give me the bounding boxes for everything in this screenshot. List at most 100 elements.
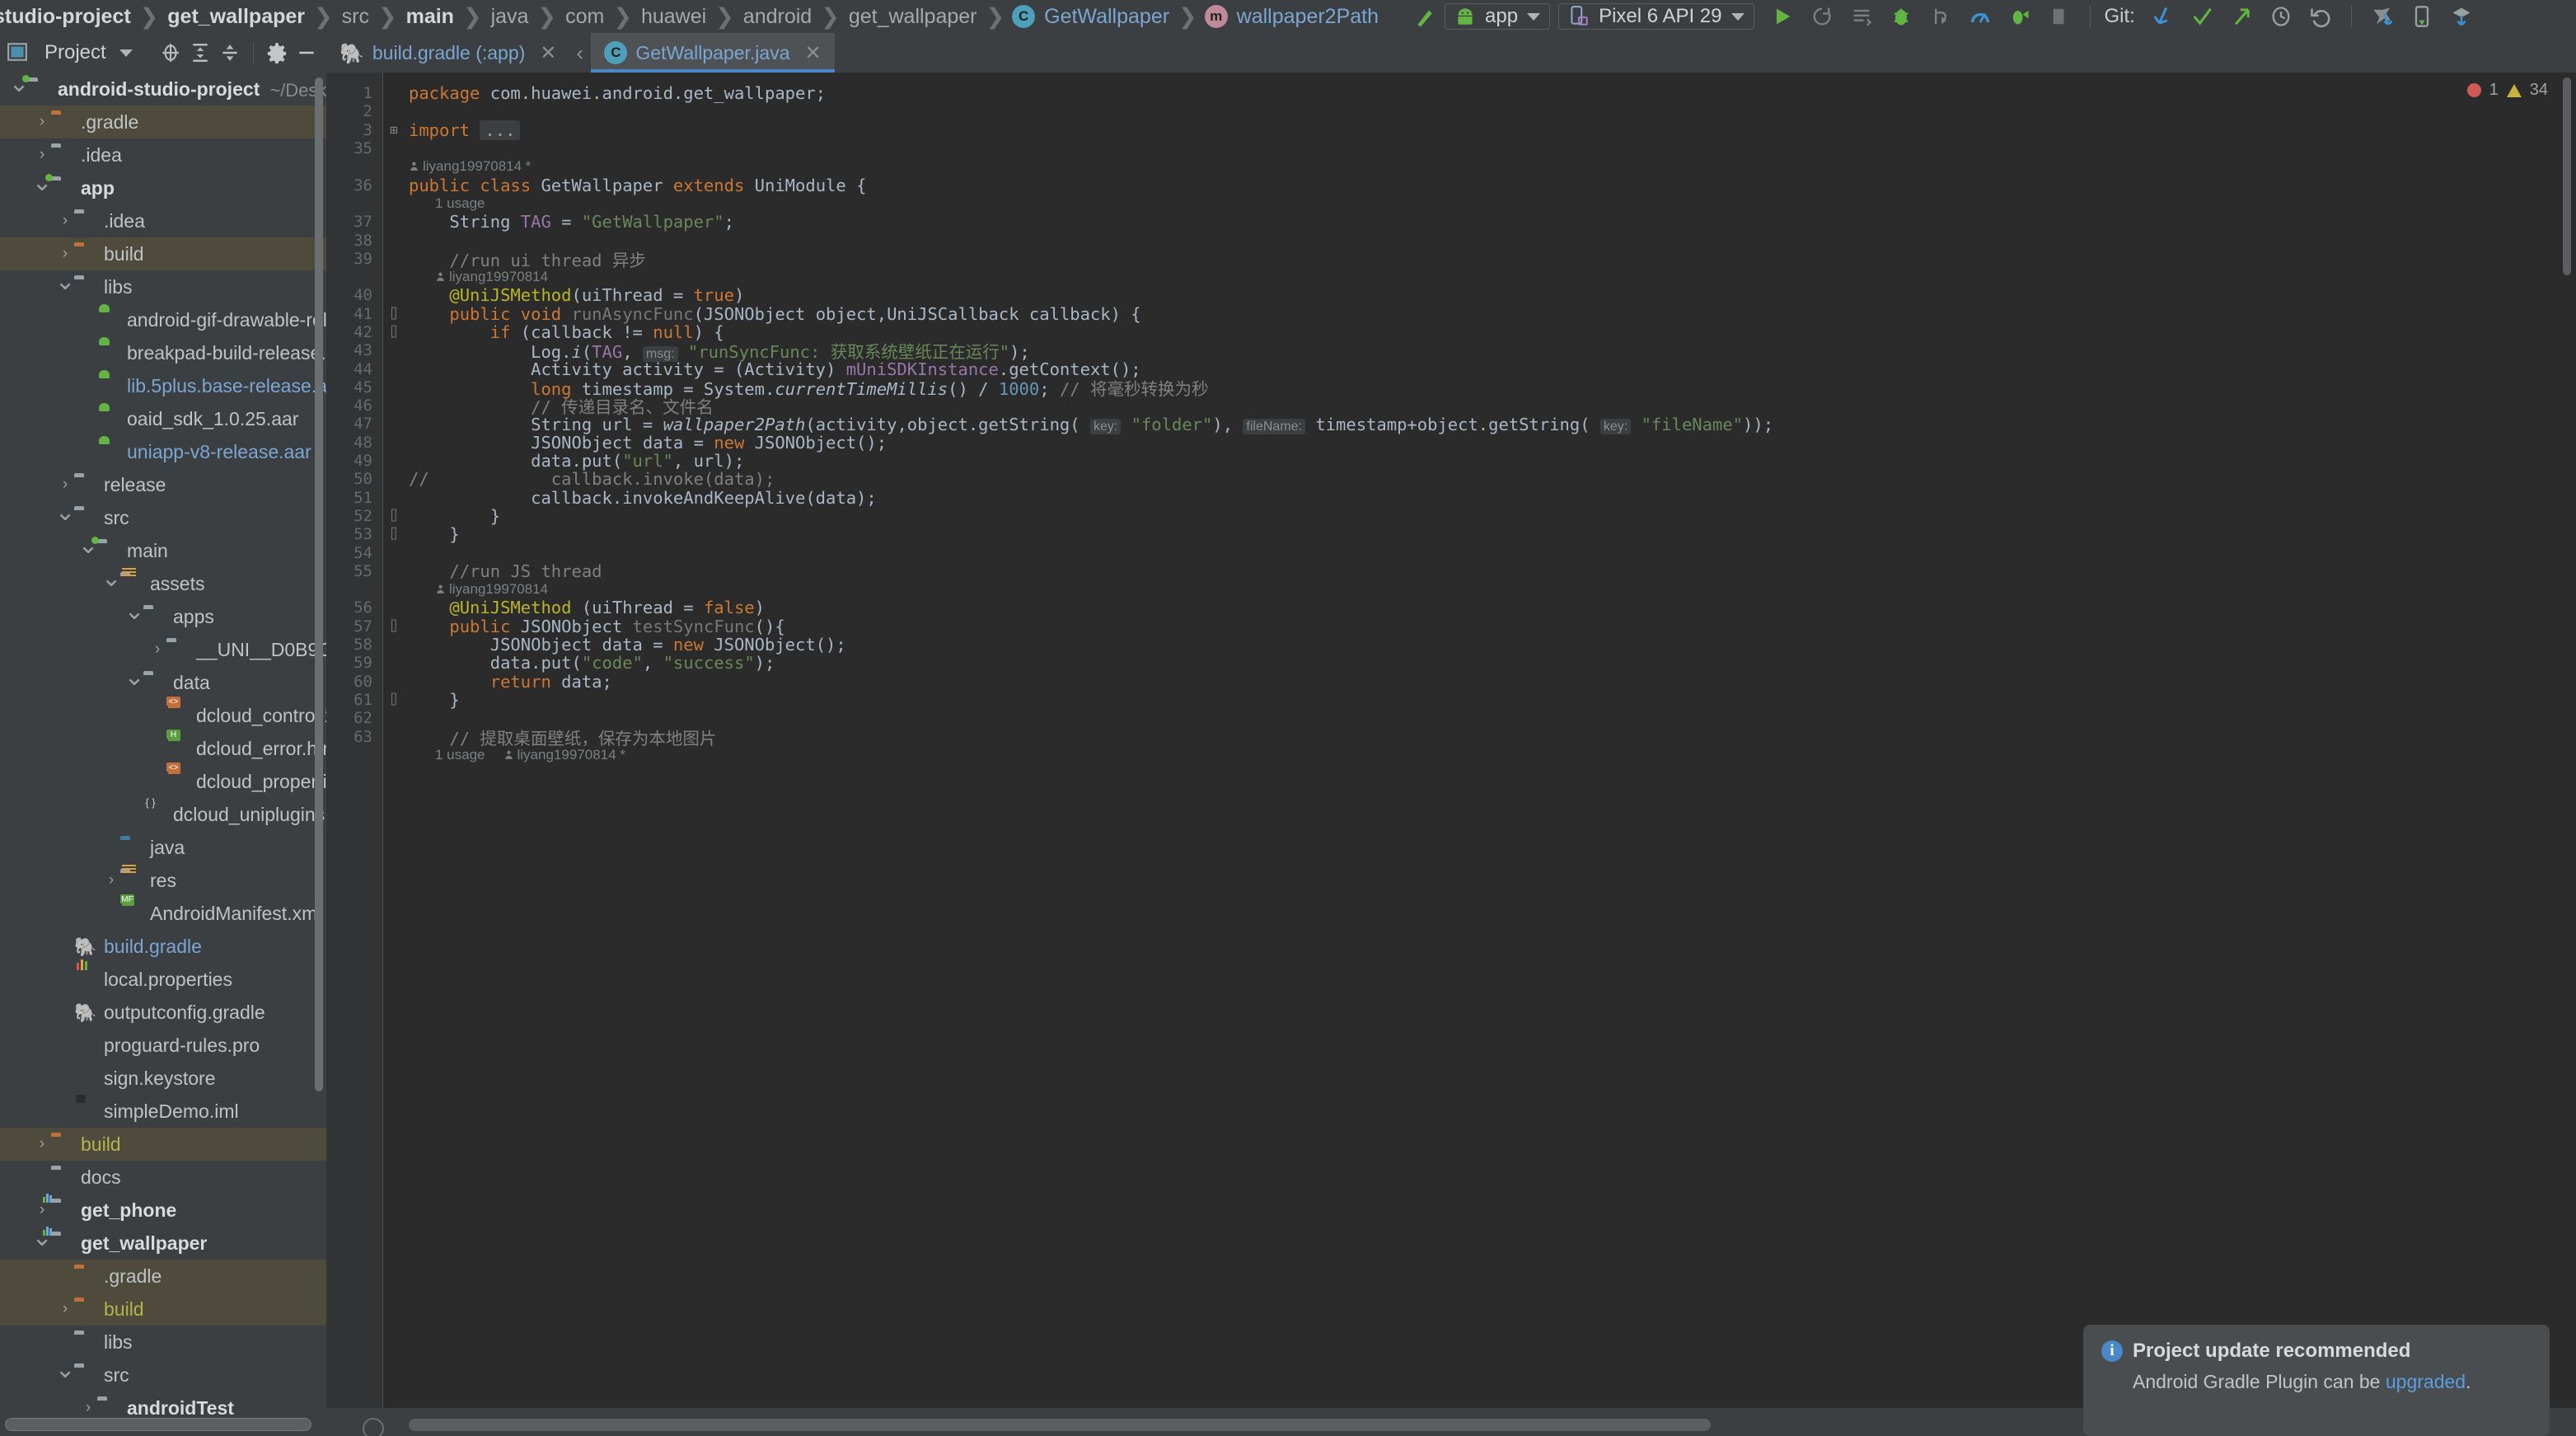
tree-item-outputconfig-gradle[interactable]: 🐘 outputconfig.gradle	[0, 996, 326, 1029]
inspection-status[interactable]: 1 34	[2466, 81, 2548, 100]
fold-collapse-icon[interactable]: ⌷	[387, 692, 400, 706]
device-selector[interactable]: Pixel 6 API 29	[1558, 3, 1754, 30]
breadcrumb-item-com[interactable]: com	[564, 5, 606, 29]
tree-item-build[interactable]: › build	[0, 1128, 326, 1161]
log-icon[interactable]	[1842, 0, 1881, 33]
usage-count[interactable]: 1 usage	[435, 747, 485, 763]
breadcrumb-item-get-wallpaper[interactable]: get_wallpaper	[847, 5, 979, 29]
tree-item-androidmanifest-xml[interactable]: MF AndroidManifest.xml	[0, 894, 326, 930]
tree-item-build-gradle[interactable]: 🐘 build.gradle	[0, 930, 326, 963]
tree-item-dcloud-properties-xml[interactable]: <> dcloud_properties.xml	[0, 763, 326, 798]
tree-item-src[interactable]: ⌄ src	[0, 500, 326, 534]
tree-item-uniapp-v8-release-aar[interactable]: uniapp-v8-release.aar	[0, 435, 326, 468]
tree-item-sign-keystore[interactable]: sign.keystore	[0, 1062, 326, 1095]
chevron-right-icon[interactable]: ›	[33, 1135, 51, 1153]
usage-count[interactable]: 1 usage	[435, 195, 485, 211]
breadcrumb-item-main[interactable]: main	[405, 5, 456, 29]
breadcrumb-item-android[interactable]: android	[742, 5, 813, 29]
close-icon[interactable]: ✕	[540, 41, 556, 65]
tree-item-oaid-sdk-1-0-25-aar[interactable]: oaid_sdk_1.0.25.aar	[0, 402, 326, 435]
tree-item-dcloud-error-html[interactable]: Hdcloud_error.html	[0, 730, 326, 765]
chevron-right-icon[interactable]: ›	[56, 212, 74, 230]
tree-item-dcloud-uniplugins-json[interactable]: { } dcloud_uniplugins.json	[0, 797, 326, 831]
editor-vertical-scrollbar[interactable]	[2563, 77, 2571, 275]
device-manager-icon[interactable]	[2402, 0, 2442, 33]
tree-item-release[interactable]: › release	[0, 468, 326, 501]
tree-item-src[interactable]: ⌄ src	[0, 1358, 326, 1391]
chevron-right-icon[interactable]: ›	[56, 245, 74, 263]
breadcrumb-item-android-studio-project[interactable]: android-studio-project	[0, 5, 133, 29]
tab-build-gradle-app-[interactable]: 🐘 build.gradle (:app) ✕	[326, 33, 569, 73]
step-icon[interactable]	[1921, 0, 1960, 33]
editor-horizontal-scrollbar[interactable]	[409, 1419, 1711, 1431]
chevron-down-icon[interactable]	[119, 49, 133, 57]
tree-item-libs[interactable]: ⌄ libs	[0, 270, 326, 303]
tree-item-java[interactable]: java	[0, 831, 326, 864]
revert-icon[interactable]	[2301, 0, 2340, 33]
tree-item--idea[interactable]: › .idea	[0, 138, 326, 171]
tree-item-main[interactable]: ⌄ main	[0, 533, 326, 567]
chevron-right-icon[interactable]: ›	[102, 871, 120, 889]
git-push-icon[interactable]	[2222, 0, 2261, 33]
notification-balloon[interactable]: i Project update recommended Android Gra…	[2083, 1325, 2550, 1436]
upgrade-link[interactable]: upgraded	[2386, 1371, 2466, 1392]
chevron-right-icon[interactable]: ›	[33, 146, 51, 164]
rerun-icon[interactable]	[1802, 0, 1842, 33]
chevron-right-icon[interactable]: ›	[33, 1201, 51, 1219]
tree-item-android-studio-project[interactable]: ⌄android-studio-project~/Desktop/项目文档/移动…	[0, 73, 326, 106]
tree-item-data[interactable]: ⌄ data	[0, 665, 326, 699]
close-icon[interactable]: ✕	[804, 41, 821, 65]
chevron-right-icon[interactable]: ›	[148, 641, 166, 659]
fold-expand-icon[interactable]: ⊞	[387, 123, 400, 137]
tree-item-assets[interactable]: ⌄ assets	[0, 566, 326, 600]
tree-item-dcloud-control-xml[interactable]: <> dcloud_control.xml	[0, 697, 326, 732]
layers-icon[interactable]	[2442, 0, 2481, 33]
tab-getwallpaper-java[interactable]: C GetWallpaper.java ✕	[591, 33, 835, 73]
debug-icon[interactable]	[1881, 0, 1921, 33]
tree-item-build[interactable]: › build	[0, 237, 326, 270]
fold-collapse-icon[interactable]: ⌷	[387, 619, 400, 633]
fold-collapse-icon[interactable]: ⌷	[387, 326, 400, 339]
fold-collapse-icon[interactable]: ⌷	[387, 307, 400, 321]
tree-item-res[interactable]: › res	[0, 864, 326, 897]
tree-item--gradle[interactable]: › .gradle	[0, 106, 326, 138]
breadcrumb-item-huawei[interactable]: huawei	[639, 5, 708, 29]
chevron-right-icon[interactable]: ›	[79, 1399, 97, 1417]
tree-item-apps[interactable]: ⌄ apps	[0, 599, 326, 633]
expand-all-icon[interactable]	[187, 40, 213, 66]
tree-item-simpledemo-iml[interactable]: simpleDemo.iml	[0, 1095, 326, 1128]
breadcrumb-item-src[interactable]: src	[340, 5, 371, 29]
breadcrumb-item-wallpaper2path[interactable]: m wallpaper2Path	[1204, 5, 1380, 29]
tree-item-android-gif-drawable-release-1-2-23-aar[interactable]: android-gif-drawable-release@1.2.23.aar	[0, 303, 326, 336]
build-hammer-icon[interactable]	[1405, 0, 1445, 33]
run-configuration-selector[interactable]: app	[1445, 3, 1551, 30]
tree-item-get-wallpaper[interactable]: ⌄ get_wallpaper	[0, 1226, 326, 1260]
tree-item-build[interactable]: › build	[0, 1293, 326, 1326]
tree-item-docs[interactable]: docs	[0, 1161, 326, 1194]
tab-scroll-left-icon[interactable]: ‹	[569, 33, 591, 73]
fold-collapse-icon[interactable]: ⌷	[387, 509, 400, 523]
project-tree[interactable]: ⌄android-studio-project~/Desktop/项目文档/移动…	[0, 73, 326, 1436]
history-icon[interactable]	[2261, 0, 2301, 33]
tree-horizontal-scrollbar[interactable]	[5, 1418, 311, 1431]
breadcrumb-item-get-wallpaper[interactable]: get_wallpaper	[166, 5, 307, 29]
tree-item-get-phone[interactable]: › get_phone	[0, 1194, 326, 1227]
locate-icon[interactable]	[157, 40, 184, 66]
chevron-right-icon[interactable]: ›	[56, 1300, 74, 1318]
chevron-right-icon[interactable]: ›	[56, 476, 74, 494]
code-editor[interactable]: 1 package com.huawei.android.get_wallpape…	[326, 73, 2576, 1436]
tree-item-proguard-rules-pro[interactable]: proguard-rules.pro	[0, 1029, 326, 1062]
tree-item-breakpad-build-release-aar[interactable]: breakpad-build-release.aar	[0, 336, 326, 369]
tree-item--uni-d0b9c41[interactable]: › __UNI__D0B9C41	[0, 633, 326, 666]
git-commit-icon[interactable]	[2182, 0, 2222, 33]
tree-item--gradle[interactable]: .gradle	[0, 1260, 326, 1293]
tree-item-app[interactable]: ⌄ app	[0, 171, 326, 204]
profiler-icon[interactable]	[1960, 0, 2000, 33]
tree-item-libs[interactable]: libs	[0, 1326, 326, 1359]
git-update-icon[interactable]	[2143, 0, 2182, 33]
run-icon[interactable]	[1763, 0, 1802, 33]
breadcrumb-item-java[interactable]: java	[489, 5, 531, 29]
minimize-icon[interactable]	[293, 40, 320, 66]
chevron-right-icon[interactable]: ›	[33, 113, 51, 131]
search-everywhere-icon[interactable]	[2363, 0, 2402, 33]
